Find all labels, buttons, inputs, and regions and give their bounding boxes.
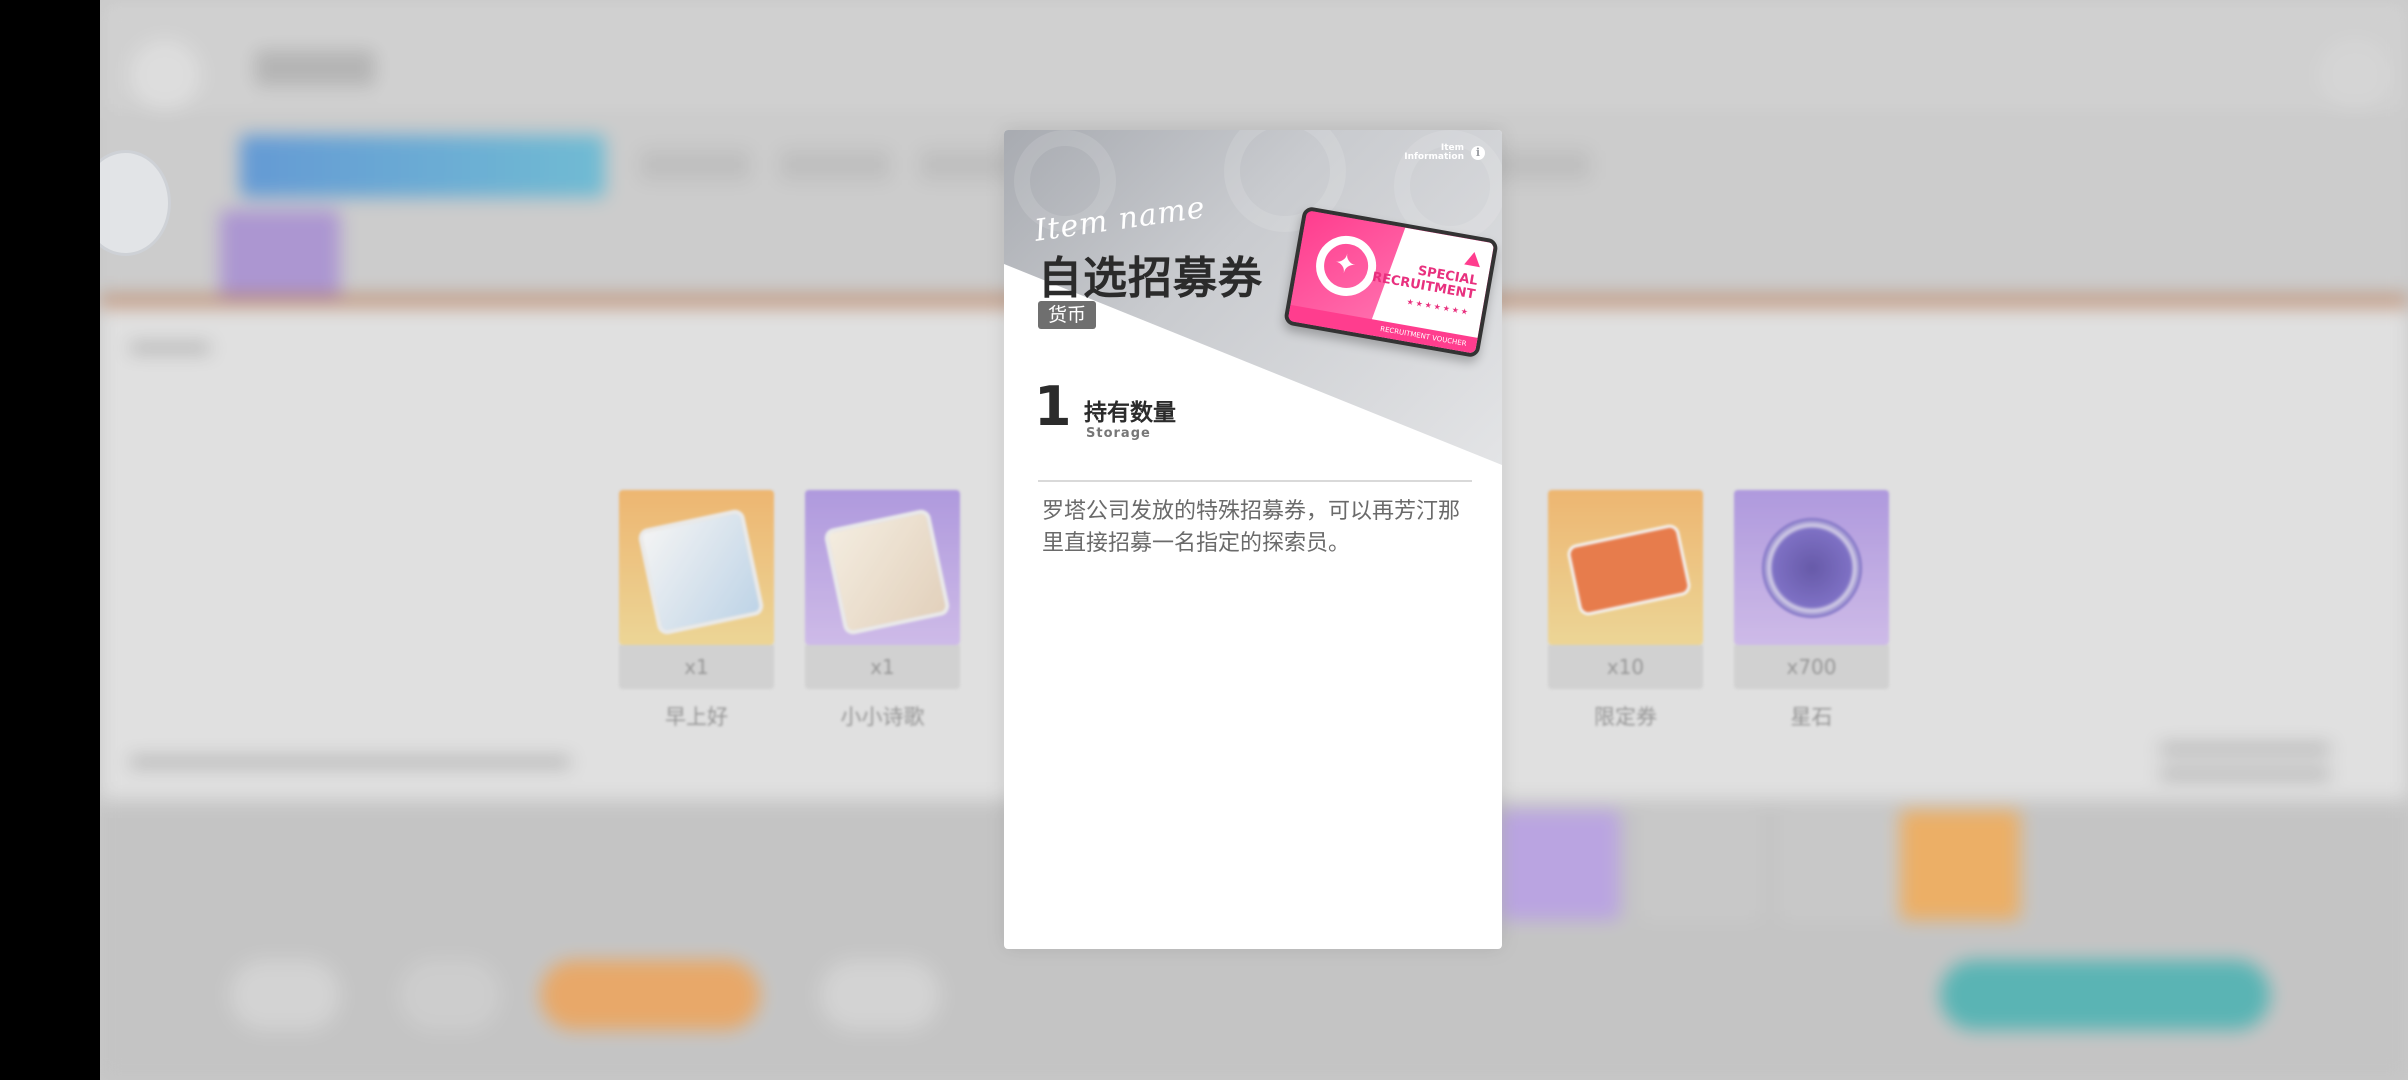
item-information-label: Item Information xyxy=(1404,144,1464,162)
item-info-card: Item Information i Item name 自选招募券 货币 ✦ … xyxy=(1004,130,1502,949)
left-black-bar xyxy=(0,0,100,1080)
storage-label: 持有数量 xyxy=(1084,400,1176,426)
item-card-header: Item Information i Item name 自选招募券 货币 ✦ … xyxy=(1004,130,1502,465)
storage-sublabel: Storage xyxy=(1086,426,1151,441)
info-icon[interactable]: i xyxy=(1471,146,1485,160)
ticket-logo-icon xyxy=(1464,250,1483,268)
item-description: 罗塔公司发放的特殊招募券，可以再芳汀那里直接招募一名指定的探索员。 xyxy=(1042,499,1461,556)
info-label-line2: Information xyxy=(1404,152,1464,162)
storage-count: 1 xyxy=(1034,375,1072,438)
category-badge: 货币 xyxy=(1038,301,1097,329)
divider xyxy=(1038,480,1472,482)
item-title: 自选招募券 xyxy=(1038,253,1263,304)
